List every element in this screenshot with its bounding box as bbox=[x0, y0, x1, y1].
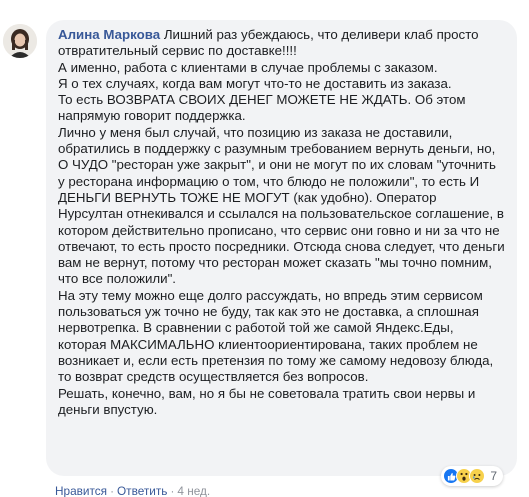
separator: · bbox=[170, 484, 175, 497]
paragraph: На эту тему можно еще долго рассуждать, … bbox=[58, 287, 494, 385]
paragraph: То есть ВОЗВРАТА СВОИХ ДЕНЕГ МОЖЕТЕ НЕ Ж… bbox=[58, 92, 466, 124]
paragraph: Я о тех случаях, когда вам могут что-то … bbox=[58, 75, 452, 91]
like-link[interactable]: Нравится bbox=[55, 484, 107, 497]
reaction-count: 7 bbox=[490, 469, 497, 483]
comment: Алина Маркова Лишний раз убеждаюсь, что … bbox=[0, 0, 529, 497]
paragraph: Решать, конечно, вам, но я бы не советов… bbox=[58, 385, 476, 417]
paragraph: А именно, работа с клиентами в случае пр… bbox=[58, 59, 438, 75]
sad-icon bbox=[469, 468, 486, 484]
comment-bubble: Алина Маркова Лишний раз убеждаюсь, что … bbox=[46, 20, 517, 486]
comment-text: Алина Маркова Лишний раз убеждаюсь, что … bbox=[58, 27, 505, 418]
comment-first-line: Алина Маркова Лишний раз убеждаюсь, что … bbox=[58, 27, 505, 60]
timestamp[interactable]: 4 нед. bbox=[177, 484, 210, 497]
reply-link[interactable]: Ответить bbox=[117, 484, 167, 497]
comment-actions: Нравится · Ответить · 4 нед. bbox=[55, 484, 210, 497]
paragraph: Лично у меня был случай, что позицию из … bbox=[58, 124, 505, 287]
avatar[interactable] bbox=[3, 24, 37, 58]
reactions-summary[interactable]: 7 bbox=[441, 466, 503, 486]
separator: · bbox=[110, 484, 114, 497]
author-name[interactable]: Алина Маркова bbox=[58, 27, 160, 42]
avatar-photo bbox=[3, 24, 37, 58]
